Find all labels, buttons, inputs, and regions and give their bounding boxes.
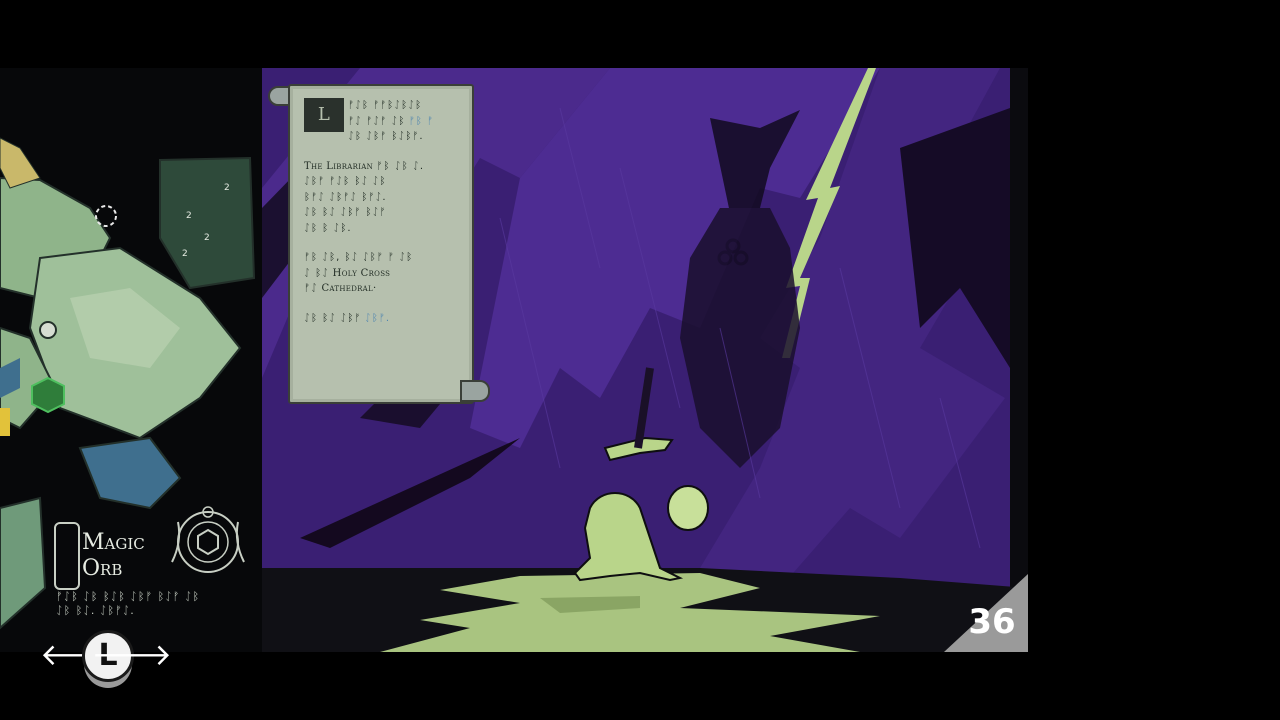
scroll-line: ᚠᛇᛒ ᚠᚠᛒᛇᛒᛇᛒ [348,100,423,111]
scroll-line: ᛇᛒ ᛇᛒᚠ ᛒᛇᛒᚠ. [348,131,424,142]
svg-text:2: 2 [182,249,188,259]
lore-scroll: L ᚠᛇᛒ ᚠᚠᛒᛇᛒᛇᛒ ᚠᛇ ᚠᛇᚠ ᛇᛒ ᚠᛒ ᚠ ᛇᛒ ᛇᛒᚠ ᛒᛇᛒᚠ… [268,84,490,404]
scroll-line: ᚠᛇ [304,283,318,294]
scroll-line: ᛒᚠᛇ ᛇᛒᚠᛇ ᛒᚠᛇ. [304,191,387,203]
page-navigation[interactable]: 🡐 L 🡒 [40,628,172,692]
arrow-right-icon[interactable]: 🡒 [92,641,172,671]
svg-text:2: 2 [224,183,230,193]
scroll-line: ᛇᛒ ᛒᛇ ᛇᛒᚠ [304,312,362,324]
svg-text:2: 2 [186,211,192,221]
scroll-line: ᚠᛇ ᚠᛇᚠ ᛇᛒ [348,115,406,127]
scroll-line: ᛇᛒ ᛒ ᛇᛒ. [304,222,352,234]
scroll-line: ᚠᛒ ᛇᛒ ᛇ. [376,160,425,172]
item-name-line: Orb [82,556,123,581]
cathedral-label: Cathedral [321,283,373,294]
drop-cap: L [304,98,344,132]
game-frame: 2 2 2 2 L ᚠᛇᛒ ᚠᚠᛒᛇᛒᛇᛒ ᚠᛇ ᚠᛇᚠ ᛇᛒ ᚠᛒ ᚠ ᛇᛒ ᛇᛒ… [0,68,1028,652]
item-description: ᚠᛇᛒ ᛇᛒ ᛒᛇᛒ ᛇᛒᚠ ᛒᛇᚠ ᛇᛒ ᛇᛒ ᛒᛇ. ᛇᛒᚠᛇ. [56,590,256,618]
item-name: Magic Orb [82,530,145,582]
magic-orb-emblem-icon [171,506,245,573]
page-number: 36 [968,602,1016,642]
scroll-line: ᛇ ᛒᛇ [304,267,330,279]
item-name-line: Magic [82,530,145,555]
scene-illustration: 2 2 2 2 [0,68,1028,652]
item-type-icon [54,522,80,590]
librarian-label: The Librarian [304,160,374,172]
scroll-curl-bottom [460,380,490,402]
holy-cross-label: Holy Cross [332,267,391,279]
scroll-line: ᛇᛒᚠ ᚠᛇᛒ ᛒᛇ ᛇᛒ [304,176,387,187]
svg-text:2: 2 [204,233,210,243]
scroll-highlight: ᛇᛒᚠ. [364,312,391,324]
item-desc-line: ᚠᛇᛒ ᛇᛒ ᛒᛇᛒ ᛇᛒᚠ ᛒᛇᚠ ᛇᛒ [56,590,201,603]
scroll-text: L ᚠᛇᛒ ᚠᚠᛒᛇᛒᛇᛒ ᚠᛇ ᚠᛇᚠ ᛇᛒ ᚠᛒ ᚠ ᛇᛒ ᛇᛒᚠ ᛒᛇᛒᚠ… [304,98,435,324]
scroll-highlight: ᚠᛒ ᚠ [408,115,435,127]
scroll-line: ᚠᛒ ᛇᛒ, ᛒᛇ ᛇᛒᚠ ᚠ ᛇᛒ [304,252,414,263]
scroll-line: ᛇᛒ ᛒᛇ ᛇᛒᚠ ᛒᛇᚠ [304,207,387,218]
item-desc-line: ᛇᛒ ᛒᛇ. ᛇᛒᚠᛇ. [56,604,135,617]
